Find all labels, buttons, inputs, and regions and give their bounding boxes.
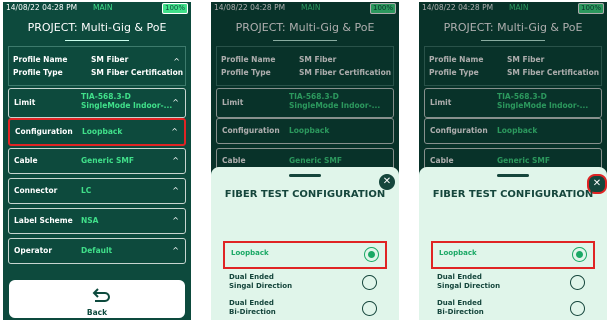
radio-icon[interactable]	[570, 301, 585, 316]
chevron-up-icon: ^	[172, 246, 179, 255]
status-mode: MAIN	[93, 3, 113, 12]
option-sublabel: Singal Direction	[229, 282, 293, 290]
profile-name-label: Profile Name	[13, 55, 68, 64]
option-label: Dual Ended	[437, 273, 482, 281]
modal-backdrop[interactable]	[419, 2, 607, 172]
title-underline	[65, 40, 129, 41]
profile-panel[interactable]: Profile Name SM Fiber Profile Type SM Fi…	[8, 46, 186, 86]
fiber-test-config-sheet: ✕ FIBER TEST CONFIGURATION Loopback Dual…	[419, 167, 607, 320]
chevron-up-icon: ^	[172, 186, 179, 195]
radio-icon[interactable]	[362, 301, 377, 316]
option-sublabel: Bi-Direction	[437, 308, 484, 316]
sheet-grab-handle[interactable]	[289, 174, 321, 177]
row-label: Operator	[14, 246, 53, 255]
profile-type-value: SM Fiber Certification	[91, 68, 184, 77]
row-value: LC	[81, 186, 92, 195]
row-limit[interactable]: Limit TIA-568.3-D SingleMode Indoor-... …	[8, 88, 186, 118]
option-label: Dual Ended	[229, 299, 274, 307]
option-dual-ended-single[interactable]: Dual Ended Singal Direction	[223, 271, 383, 295]
back-label: Back	[86, 308, 108, 317]
option-loopback[interactable]: Loopback	[223, 241, 387, 269]
option-dual-ended-bi[interactable]: Dual Ended Bi-Direction	[431, 297, 591, 320]
option-label: Loopback	[231, 249, 269, 257]
option-dual-ended-bi[interactable]: Dual Ended Bi-Direction	[223, 297, 383, 320]
battery-indicator: 100%	[161, 3, 188, 14]
radio-selected-icon[interactable]	[572, 247, 587, 262]
close-icon[interactable]: ✕	[379, 174, 395, 190]
row-label: Limit	[14, 98, 36, 107]
back-button[interactable]: Back	[9, 280, 185, 318]
row-label: Connector	[14, 186, 58, 195]
radio-icon[interactable]	[362, 275, 377, 290]
row-connector[interactable]: Connector LC ^	[8, 178, 186, 204]
sheet-grab-handle[interactable]	[497, 174, 529, 177]
radio-icon[interactable]	[570, 275, 585, 290]
row-value: NSA	[81, 216, 99, 225]
option-label: Loopback	[439, 249, 477, 257]
screen-main: 14/08/22 04:28 PM MAIN 100% PROJECT: Mul…	[3, 2, 191, 320]
profile-name-value: SM Fiber	[91, 55, 129, 64]
row-value: Default	[81, 246, 113, 255]
chevron-up-icon[interactable]: ^	[173, 57, 180, 66]
row-label: Cable	[14, 156, 38, 165]
row-operator[interactable]: Operator Default ^	[8, 238, 186, 264]
row-label-scheme[interactable]: Label Scheme NSA ^	[8, 208, 186, 234]
row-value: Generic SMF	[81, 156, 134, 165]
status-bar: 14/08/22 04:28 PM MAIN 100%	[3, 2, 191, 14]
option-loopback[interactable]: Loopback	[431, 241, 595, 269]
chevron-up-icon: ^	[172, 216, 179, 225]
option-label: Dual Ended	[437, 299, 482, 307]
radio-selected-icon[interactable]	[364, 247, 379, 262]
screen-config-sheet-close: 14/08/22 04:28 PM MAIN 100% PROJECT: Mul…	[419, 2, 607, 320]
row-configuration[interactable]: Configuration Loopback ^	[8, 118, 186, 146]
chevron-up-icon: ^	[172, 98, 179, 107]
option-sublabel: Singal Direction	[437, 282, 501, 290]
row-label: Label Scheme	[14, 216, 73, 225]
option-dual-ended-single[interactable]: Dual Ended Singal Direction	[431, 271, 591, 295]
chevron-up-icon: ^	[171, 127, 178, 136]
row-value: Loopback	[82, 127, 123, 136]
profile-type-label: Profile Type	[13, 68, 63, 77]
sheet-title: FIBER TEST CONFIGURATION	[224, 189, 386, 200]
back-arrow-icon	[92, 288, 110, 302]
project-title: PROJECT: Multi-Gig & PoE	[27, 21, 167, 34]
row-cable[interactable]: Cable Generic SMF ^	[8, 148, 186, 174]
option-label: Dual Ended	[229, 273, 274, 281]
row-label: Configuration	[15, 127, 73, 136]
modal-backdrop[interactable]	[211, 2, 399, 172]
fiber-test-config-sheet: ✕ FIBER TEST CONFIGURATION Loopback Dual…	[211, 167, 399, 320]
status-time: 14/08/22 04:28 PM	[6, 3, 78, 12]
option-sublabel: Bi-Direction	[229, 308, 276, 316]
sheet-title: FIBER TEST CONFIGURATION	[432, 189, 594, 200]
chevron-up-icon: ^	[172, 156, 179, 165]
screen-config-sheet: 14/08/22 04:28 PM MAIN 100% PROJECT: Mul…	[211, 2, 399, 320]
row-value: TIA-568.3-D SingleMode Indoor-...	[81, 92, 173, 110]
